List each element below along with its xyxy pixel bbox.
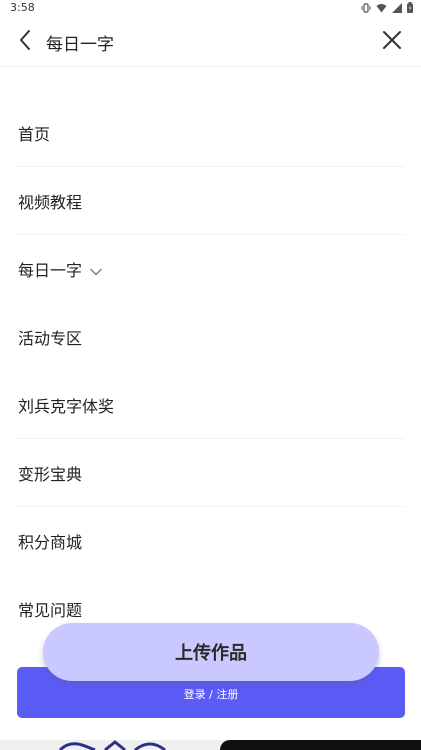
background-content-strip — [0, 740, 421, 750]
menu-item-label: 刘兵克字体奖 — [18, 396, 115, 416]
chevron-down-icon[interactable] — [90, 261, 102, 280]
menu-item-label: 每日一字 — [18, 260, 83, 280]
menu-item-activities[interactable]: 活动专区 — [18, 303, 404, 371]
background-artwork — [58, 740, 166, 750]
chevron-left-icon — [18, 29, 32, 55]
menu-item-label: 常见问题 — [18, 600, 83, 620]
menu-item-label: 积分商城 — [18, 532, 83, 552]
close-button[interactable] — [379, 29, 405, 55]
background-panel — [220, 740, 421, 750]
page-title: 每日一字 — [46, 35, 114, 55]
menu-item-daily-character[interactable]: 每日一字 — [18, 235, 404, 303]
menu-item-transform-guide[interactable]: 变形宝典 — [18, 439, 404, 507]
menu-item-label: 活动专区 — [18, 328, 83, 348]
battery-icon — [407, 2, 413, 13]
nav-menu: 首页 视频教程 每日一字 活动专区 刘兵克字体奖 变形宝典 积分商城 常见问题 — [18, 99, 404, 643]
back-button[interactable] — [12, 29, 38, 55]
menu-item-video-tutorials[interactable]: 视频教程 — [18, 167, 404, 235]
app-header: 每日一字 — [0, 17, 421, 67]
menu-item-label: 首页 — [18, 124, 51, 144]
close-icon — [382, 30, 402, 54]
status-bar: 3:58 — [0, 0, 421, 17]
status-time: 3:58 — [10, 1, 35, 14]
menu-item-label: 视频教程 — [18, 192, 83, 212]
menu-item-points-mall[interactable]: 积分商城 — [18, 507, 404, 575]
menu-item-home[interactable]: 首页 — [18, 99, 404, 167]
menu-item-label: 变形宝典 — [18, 464, 83, 484]
status-icons — [361, 2, 413, 13]
upload-work-button[interactable]: 上传作品 — [43, 623, 379, 681]
menu-item-font-award[interactable]: 刘兵克字体奖 — [18, 371, 404, 439]
signal-icon — [392, 2, 402, 13]
wifi-icon — [376, 3, 387, 13]
vibrate-icon — [361, 2, 371, 13]
